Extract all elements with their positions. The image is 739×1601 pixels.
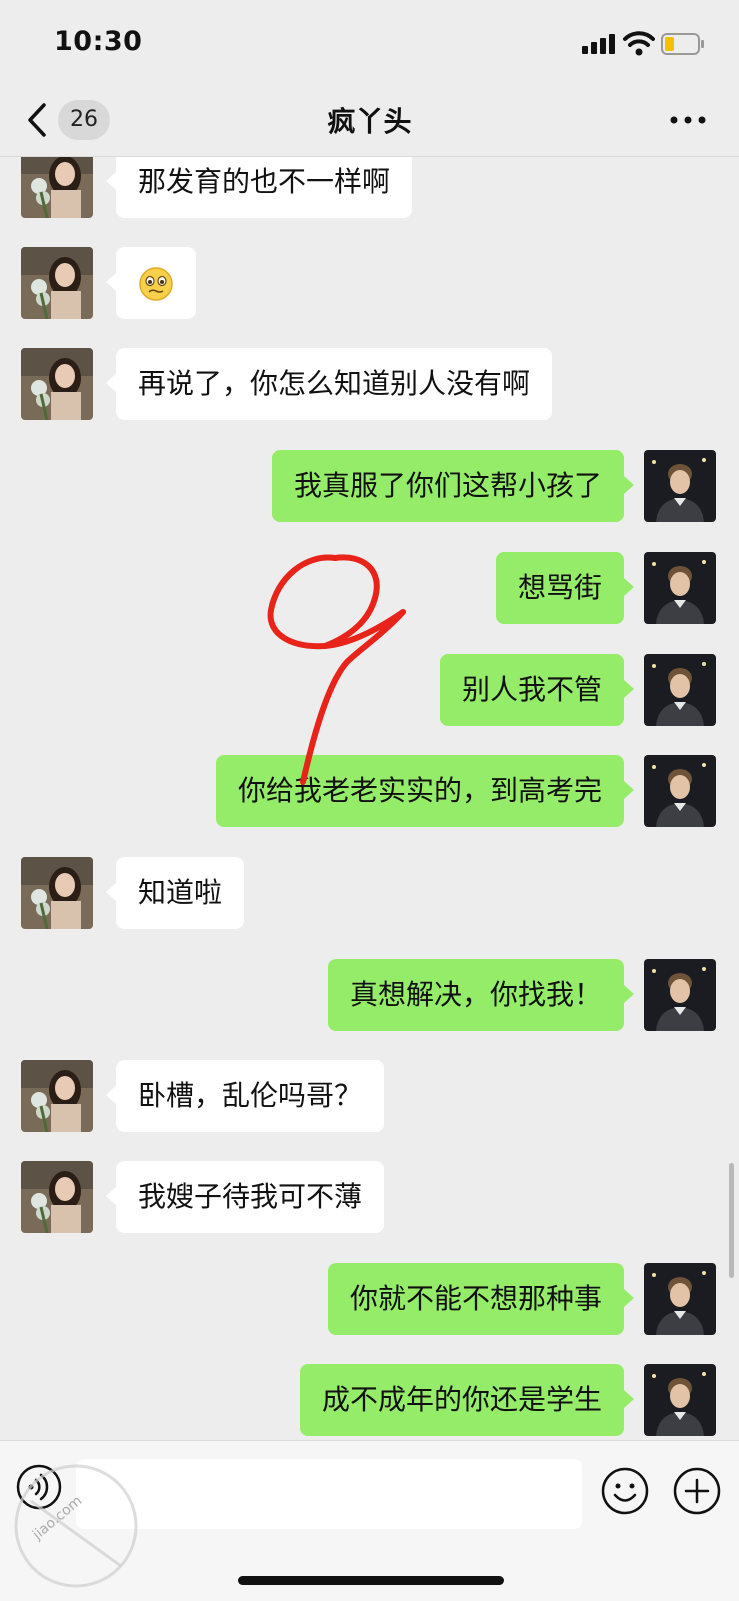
self-avatar[interactable] [644, 959, 716, 1031]
contact-avatar[interactable] [21, 1161, 93, 1233]
wifi-icon [623, 31, 655, 56]
status-bar: 10:30 [0, 0, 739, 86]
chat-header: 26 疯丫头 [0, 86, 739, 157]
scrollbar[interactable] [729, 1163, 734, 1278]
message-bubble[interactable]: 我真服了你们这帮小孩了 [271, 450, 635, 522]
contact-avatar[interactable] [21, 157, 93, 218]
self-avatar[interactable] [644, 755, 716, 827]
home-indicator[interactable] [238, 1576, 504, 1585]
emoji-picker-icon[interactable] [600, 1466, 650, 1516]
contact-avatar[interactable] [21, 247, 93, 319]
watermark-logo [14, 1464, 138, 1588]
contact-avatar[interactable] [21, 857, 93, 929]
contact-avatar[interactable] [21, 1060, 93, 1132]
message-bubble[interactable]: 你就不能不想那种事 [327, 1263, 635, 1335]
self-avatar[interactable] [644, 654, 716, 726]
message-bubble[interactable]: 你给我老老实实的，到高考完 [215, 755, 635, 827]
battery-icon [661, 33, 704, 55]
message-list[interactable]: 那发育的也不一样啊 再说了，你怎么知道别人没有啊 我真服了你们这帮小孩了 想骂街… [0, 157, 739, 1440]
more-actions-plus-icon[interactable] [672, 1466, 722, 1516]
message-bubble[interactable]: 那发育的也不一样啊 [105, 157, 413, 218]
message-bubble[interactable]: 我嫂子待我可不薄 [105, 1161, 385, 1233]
message-bubble[interactable]: 别人我不管 [439, 654, 635, 726]
message-input[interactable] [76, 1459, 582, 1529]
self-avatar[interactable] [644, 1263, 716, 1335]
self-avatar[interactable] [644, 552, 716, 624]
message-bubble[interactable]: 真想解决，你找我！ [327, 959, 635, 1031]
status-time: 10:30 [54, 26, 143, 57]
more-options-icon[interactable] [668, 110, 708, 130]
message-bubble[interactable]: 想骂街 [495, 552, 635, 624]
message-bubble[interactable]: 卧槽，乱伦吗哥？ [105, 1060, 385, 1132]
chat-title: 疯丫头 [327, 105, 412, 138]
self-avatar[interactable] [644, 1364, 716, 1436]
message-bubble[interactable]: 成不成年的你还是学生 [299, 1364, 635, 1436]
message-bubble[interactable]: 再说了，你怎么知道别人没有啊 [105, 348, 553, 420]
self-avatar[interactable] [644, 450, 716, 522]
cellular-signal-icon [582, 34, 615, 54]
contact-avatar[interactable] [21, 348, 93, 420]
pleading-face-emoji-icon [139, 267, 173, 301]
message-bubble[interactable]: 知道啦 [105, 857, 245, 929]
message-bubble[interactable] [106, 247, 196, 319]
